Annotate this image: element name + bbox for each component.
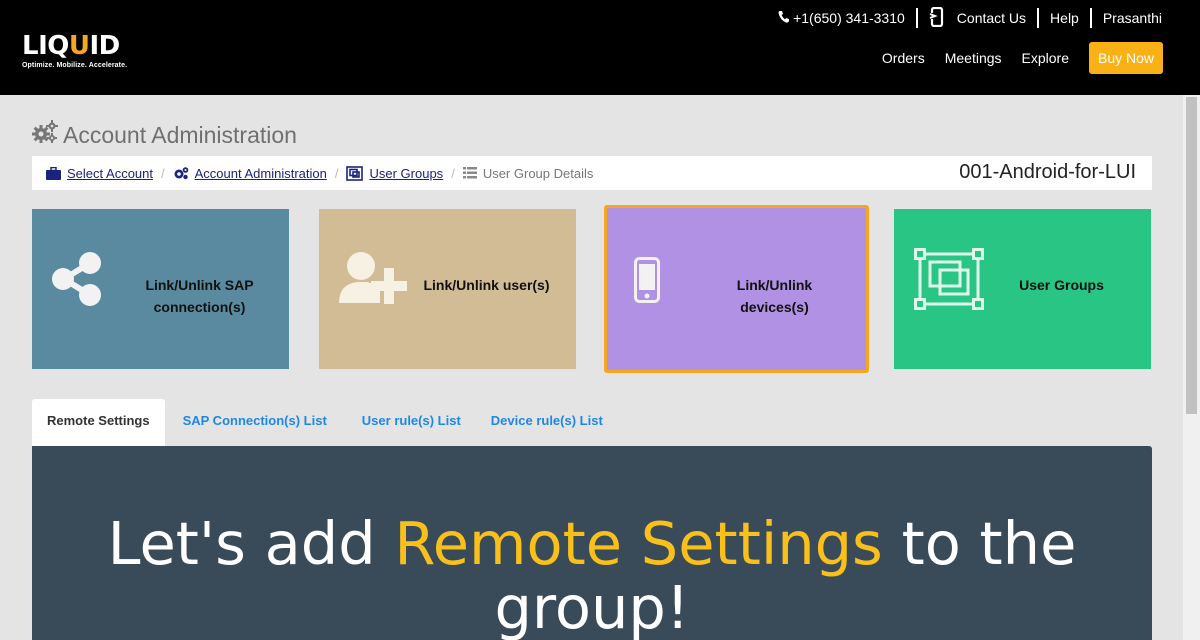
page-title: Account Administration	[32, 120, 297, 150]
breadcrumb-current-label: User Group Details	[482, 165, 594, 181]
tile-link-users[interactable]: Link/Unlink user(s)	[319, 209, 576, 369]
breadcrumb-separator: /	[334, 165, 339, 181]
breadcrumb-separator: /	[161, 165, 165, 181]
breadcrumb-account-admin[interactable]: Account Administration	[173, 166, 327, 181]
liquid-logo[interactable]: LIQUID Optimize. Mobilize. Accelerate.	[22, 32, 127, 69]
divider	[1037, 8, 1040, 28]
main-nav: Orders Meetings Explore Buy Now	[862, 42, 1163, 74]
nav-meetings[interactable]: Meetings	[945, 50, 1002, 66]
buy-now-button[interactable]: Buy Now	[1089, 42, 1163, 74]
hero-heading: Let's add Remote Settings to the group!	[32, 512, 1152, 640]
user-groups-icon	[914, 248, 984, 315]
tile-label: Link/Unlink user(s)	[419, 274, 554, 296]
breadcrumb: Select Account / Account Administration …	[32, 156, 1152, 190]
tab-user-rules-list[interactable]: User rule(s) List	[342, 399, 476, 446]
tile-label-line: Link/Unlink SAP	[145, 277, 254, 293]
share-icon	[50, 251, 104, 312]
gears-icon	[174, 167, 188, 180]
tile-label-line: Link/Unlink	[736, 277, 813, 293]
hero-highlight: Remote Settings	[394, 509, 883, 578]
tile-label: User Groups	[994, 274, 1129, 296]
remote-settings-panel: Let's add Remote Settings to the group!	[32, 446, 1152, 640]
contact-us-link[interactable]: Contact Us	[957, 10, 1026, 26]
tile-label: Link/Unlink SAP connection(s)	[132, 274, 267, 318]
phone-number[interactable]: +1(650) 341-3310	[793, 10, 905, 26]
briefcase-icon	[46, 166, 61, 180]
breadcrumb-label: Select Account	[67, 165, 153, 181]
tile-label-line: Link/Unlink user(s)	[423, 277, 550, 293]
help-link[interactable]: Help	[1050, 10, 1079, 26]
breadcrumb-user-groups[interactable]: User Groups	[346, 166, 443, 181]
tab-remote-settings[interactable]: Remote Settings	[32, 399, 165, 446]
phone-icon	[778, 10, 790, 26]
tile-label: Link/Unlink devices(s)	[707, 274, 842, 318]
page-title-text: Account Administration	[63, 121, 297, 148]
scrollbar-thumb[interactable]	[1186, 97, 1197, 414]
tile-link-sap-connections[interactable]: Link/Unlink SAP connection(s)	[32, 209, 289, 369]
gears-icon	[32, 120, 58, 150]
nav-explore[interactable]: Explore	[1022, 50, 1069, 66]
mobile-device-icon	[634, 257, 660, 308]
breadcrumb-select-account[interactable]: Select Account	[46, 166, 153, 181]
mobile-contact-icon	[928, 6, 945, 30]
divider	[915, 8, 918, 28]
breadcrumb-label: User Groups	[369, 165, 444, 181]
tile-label-line: User Groups	[1019, 277, 1104, 293]
user-groups-icon	[346, 165, 364, 181]
page-scrollbar[interactable]	[1183, 95, 1200, 640]
breadcrumb-label: Account Administration	[194, 165, 327, 181]
logo-text: LIQUID	[22, 31, 120, 61]
tile-label-line: connection(s)	[153, 299, 246, 315]
divider	[1089, 8, 1092, 28]
breadcrumb-separator: /	[451, 165, 455, 181]
hero-text: Let's add	[107, 509, 395, 578]
logo-accent: U	[68, 31, 90, 61]
user-name-link[interactable]: Prasanthi	[1103, 10, 1162, 26]
tile-label-line: devices(s)	[740, 299, 809, 315]
group-name: 001-Android-for-LUI	[959, 161, 1136, 183]
nav-orders[interactable]: Orders	[882, 50, 925, 66]
add-user-icon	[339, 251, 411, 312]
logo-tagline: Optimize. Mobilize. Accelerate.	[22, 62, 128, 69]
utility-nav: +1(650) 341-3310 Contact Us Help Prasant…	[778, 6, 1162, 30]
top-header: LIQUID Optimize. Mobilize. Accelerate. +…	[0, 0, 1200, 95]
tab-device-rules-list[interactable]: Device rule(s) List	[476, 399, 618, 446]
list-icon	[462, 167, 477, 179]
tab-sap-connections-list[interactable]: SAP Connection(s) List	[168, 399, 342, 446]
tile-link-devices[interactable]: Link/Unlink devices(s)	[604, 205, 869, 373]
breadcrumb-current: User Group Details	[462, 165, 594, 181]
tile-user-groups[interactable]: User Groups	[894, 209, 1151, 369]
tab-bar: Remote Settings SAP Connection(s) List U…	[32, 399, 618, 446]
